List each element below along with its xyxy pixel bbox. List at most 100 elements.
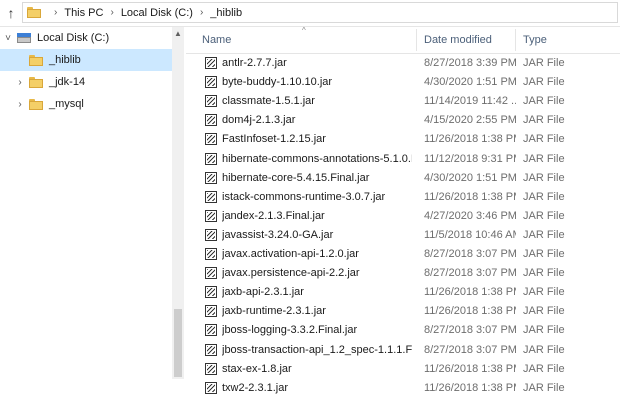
file-date-modified: 11/12/2018 9:31 PM	[424, 152, 516, 165]
chevron-right-icon[interactable]: ›	[15, 77, 25, 88]
column-header-row: Name ^ Date modified Type	[186, 26, 620, 54]
jar-file-icon	[205, 76, 217, 89]
jar-file-icon	[205, 248, 217, 260]
nav-scrollbar[interactable]: ▲	[172, 27, 184, 379]
file-name[interactable]: dom4j-2.1.3.jar	[222, 111, 412, 130]
file-name[interactable]: javax.persistence-api-2.2.jar	[222, 264, 412, 283]
chevron-right-icon[interactable]: ›	[110, 7, 113, 18]
file-name[interactable]: txw2-2.3.1.jar	[222, 379, 412, 398]
scrollbar-thumb[interactable]	[174, 309, 182, 377]
column-divider[interactable]	[416, 29, 417, 51]
file-type: JAR File	[523, 248, 565, 260]
file-type: JAR File	[523, 95, 565, 108]
file-name[interactable]: hibernate-core-5.4.15.Final.jar	[222, 169, 412, 188]
column-header-type[interactable]: Type	[517, 27, 617, 53]
file-row[interactable]: txw2-2.3.1.jar 11/26/2018 1:38 PM JAR File	[186, 379, 620, 398]
file-row[interactable]: antlr-2.7.7.jar 8/27/2018 3:39 PM JAR File	[186, 54, 620, 73]
file-row[interactable]: classmate-1.5.1.jar 11/14/2019 11:42 ... J…	[186, 92, 620, 111]
chevron-right-icon[interactable]: ›	[15, 99, 25, 110]
file-row[interactable]: FastInfoset-1.2.15.jar 11/26/2018 1:38 PM…	[186, 130, 620, 149]
file-row[interactable]: jaxb-runtime-2.3.1.jar 11/26/2018 1:38 PM…	[186, 302, 620, 321]
file-type: JAR File	[523, 381, 565, 394]
file-date-modified: 8/27/2018 3:07 PM	[424, 248, 516, 260]
file-date-modified: 11/5/2018 10:46 AM	[424, 228, 516, 241]
file-row[interactable]: javax.persistence-api-2.2.jar 8/27/2018 3…	[186, 264, 620, 283]
file-type: JAR File	[523, 152, 565, 165]
file-type: JAR File	[523, 57, 565, 69]
file-name[interactable]: jboss-logging-3.3.2.Final.jar	[222, 321, 412, 340]
file-row[interactable]: jboss-transaction-api_1.2_spec-1.1.1.Fin…	[186, 341, 620, 360]
file-date-modified: 11/26/2018 1:38 PM	[424, 381, 516, 394]
address-bar[interactable]: › This PC › Local Disk (C:) › _hiblib	[22, 2, 618, 23]
nav-item-local-disk[interactable]: ˅ Local Disk (C:)	[0, 27, 172, 49]
file-row[interactable]: jaxb-api-2.3.1.jar 11/26/2018 1:38 PM JAR …	[186, 283, 620, 302]
file-name[interactable]: jaxb-api-2.3.1.jar	[222, 283, 412, 302]
file-name[interactable]: antlr-2.7.7.jar	[222, 54, 412, 73]
file-type: JAR File	[523, 362, 565, 375]
chevron-down-icon[interactable]: ˅	[3, 33, 13, 44]
file-row[interactable]: dom4j-2.1.3.jar 4/15/2020 2:55 PM JAR File	[186, 111, 620, 130]
file-row[interactable]: jandex-2.1.3.Final.jar 4/27/2020 3:46 PM J…	[186, 207, 620, 226]
file-name[interactable]: jandex-2.1.3.Final.jar	[222, 207, 412, 226]
nav-item-label: _jdk-14	[49, 76, 86, 88]
column-divider[interactable]	[515, 29, 516, 51]
file-date-modified: 11/26/2018 1:38 PM	[424, 133, 516, 146]
file-name[interactable]: javassist-3.24.0-GA.jar	[222, 226, 412, 245]
jar-file-icon	[205, 267, 217, 280]
jar-file-icon	[205, 57, 217, 69]
file-date-modified: 4/30/2020 1:51 PM	[424, 171, 516, 184]
column-header-name[interactable]: Name	[196, 27, 416, 53]
file-name[interactable]: hibernate-commons-annotations-5.1.0.F...	[222, 150, 412, 169]
file-name[interactable]: istack-commons-runtime-3.0.7.jar	[222, 188, 412, 207]
sort-ascending-icon: ^	[302, 26, 306, 35]
jar-file-icon	[205, 190, 217, 203]
breadcrumb-this-pc[interactable]: This PC	[64, 7, 103, 19]
file-name[interactable]: jaxb-runtime-2.3.1.jar	[222, 302, 412, 321]
file-name[interactable]: FastInfoset-1.2.15.jar	[222, 130, 412, 149]
scroll-up-arrow-icon[interactable]: ▲	[172, 27, 184, 41]
nav-item-mysql[interactable]: › _mysql	[0, 93, 172, 115]
jar-file-icon	[205, 362, 217, 375]
chevron-right-icon[interactable]: ›	[200, 7, 203, 18]
file-type: JAR File	[523, 267, 565, 280]
file-date-modified: 8/27/2018 3:39 PM	[424, 57, 516, 69]
file-row[interactable]: javassist-3.24.0-GA.jar 11/5/2018 10:46 A…	[186, 226, 620, 245]
file-name[interactable]: jboss-transaction-api_1.2_spec-1.1.1.Fin…	[222, 341, 412, 360]
nav-item-hiblib[interactable]: _hiblib	[0, 49, 172, 71]
jar-file-icon	[205, 152, 217, 165]
breadcrumb-hiblib[interactable]: _hiblib	[210, 7, 242, 19]
file-row[interactable]: hibernate-core-5.4.15.Final.jar 4/30/2020…	[186, 169, 620, 188]
file-date-modified: 11/14/2019 11:42 ...	[424, 95, 516, 108]
up-arrow-icon[interactable]: ↑	[2, 3, 20, 23]
file-name[interactable]: javax.activation-api-1.2.0.jar	[222, 245, 412, 264]
file-date-modified: 11/26/2018 1:38 PM	[424, 362, 516, 375]
file-name[interactable]: classmate-1.5.1.jar	[222, 92, 412, 111]
jar-file-icon	[205, 114, 217, 127]
file-type: JAR File	[523, 228, 565, 241]
chevron-right-icon[interactable]: ›	[54, 7, 57, 18]
file-date-modified: 4/27/2020 3:46 PM	[424, 209, 516, 222]
breadcrumb-local-disk[interactable]: Local Disk (C:)	[121, 7, 193, 19]
nav-item-label: Local Disk (C:)	[37, 32, 110, 44]
file-row[interactable]: stax-ex-1.8.jar 11/26/2018 1:38 PM JAR Fil…	[186, 360, 620, 379]
file-row[interactable]: byte-buddy-1.10.10.jar 4/30/2020 1:51 PM J…	[186, 73, 620, 92]
nav-item-jdk-14[interactable]: › _jdk-14	[0, 71, 172, 93]
column-header-date[interactable]: Date modified	[418, 27, 515, 53]
jar-file-icon	[205, 305, 217, 318]
jar-file-icon	[205, 343, 217, 356]
file-row[interactable]: jboss-logging-3.3.2.Final.jar 8/27/2018 3…	[186, 321, 620, 340]
folder-icon	[29, 76, 43, 88]
jar-file-icon	[205, 381, 217, 394]
file-date-modified: 4/30/2020 1:51 PM	[424, 76, 516, 89]
file-row[interactable]: hibernate-commons-annotations-5.1.0.F...…	[186, 150, 620, 169]
file-date-modified: 8/27/2018 3:07 PM	[424, 343, 516, 356]
file-name[interactable]: byte-buddy-1.10.10.jar	[222, 73, 412, 92]
jar-file-icon	[205, 95, 217, 108]
navigation-pane: ˅ Local Disk (C:) _hiblib › _jdk-14 › _m…	[0, 27, 172, 379]
jar-file-icon	[205, 171, 217, 184]
file-row[interactable]: istack-commons-runtime-3.0.7.jar 11/26/20…	[186, 188, 620, 207]
file-name[interactable]: stax-ex-1.8.jar	[222, 360, 412, 379]
file-row[interactable]: javax.activation-api-1.2.0.jar 8/27/2018 …	[186, 245, 620, 264]
file-type: JAR File	[523, 305, 565, 318]
file-type: JAR File	[523, 286, 565, 299]
